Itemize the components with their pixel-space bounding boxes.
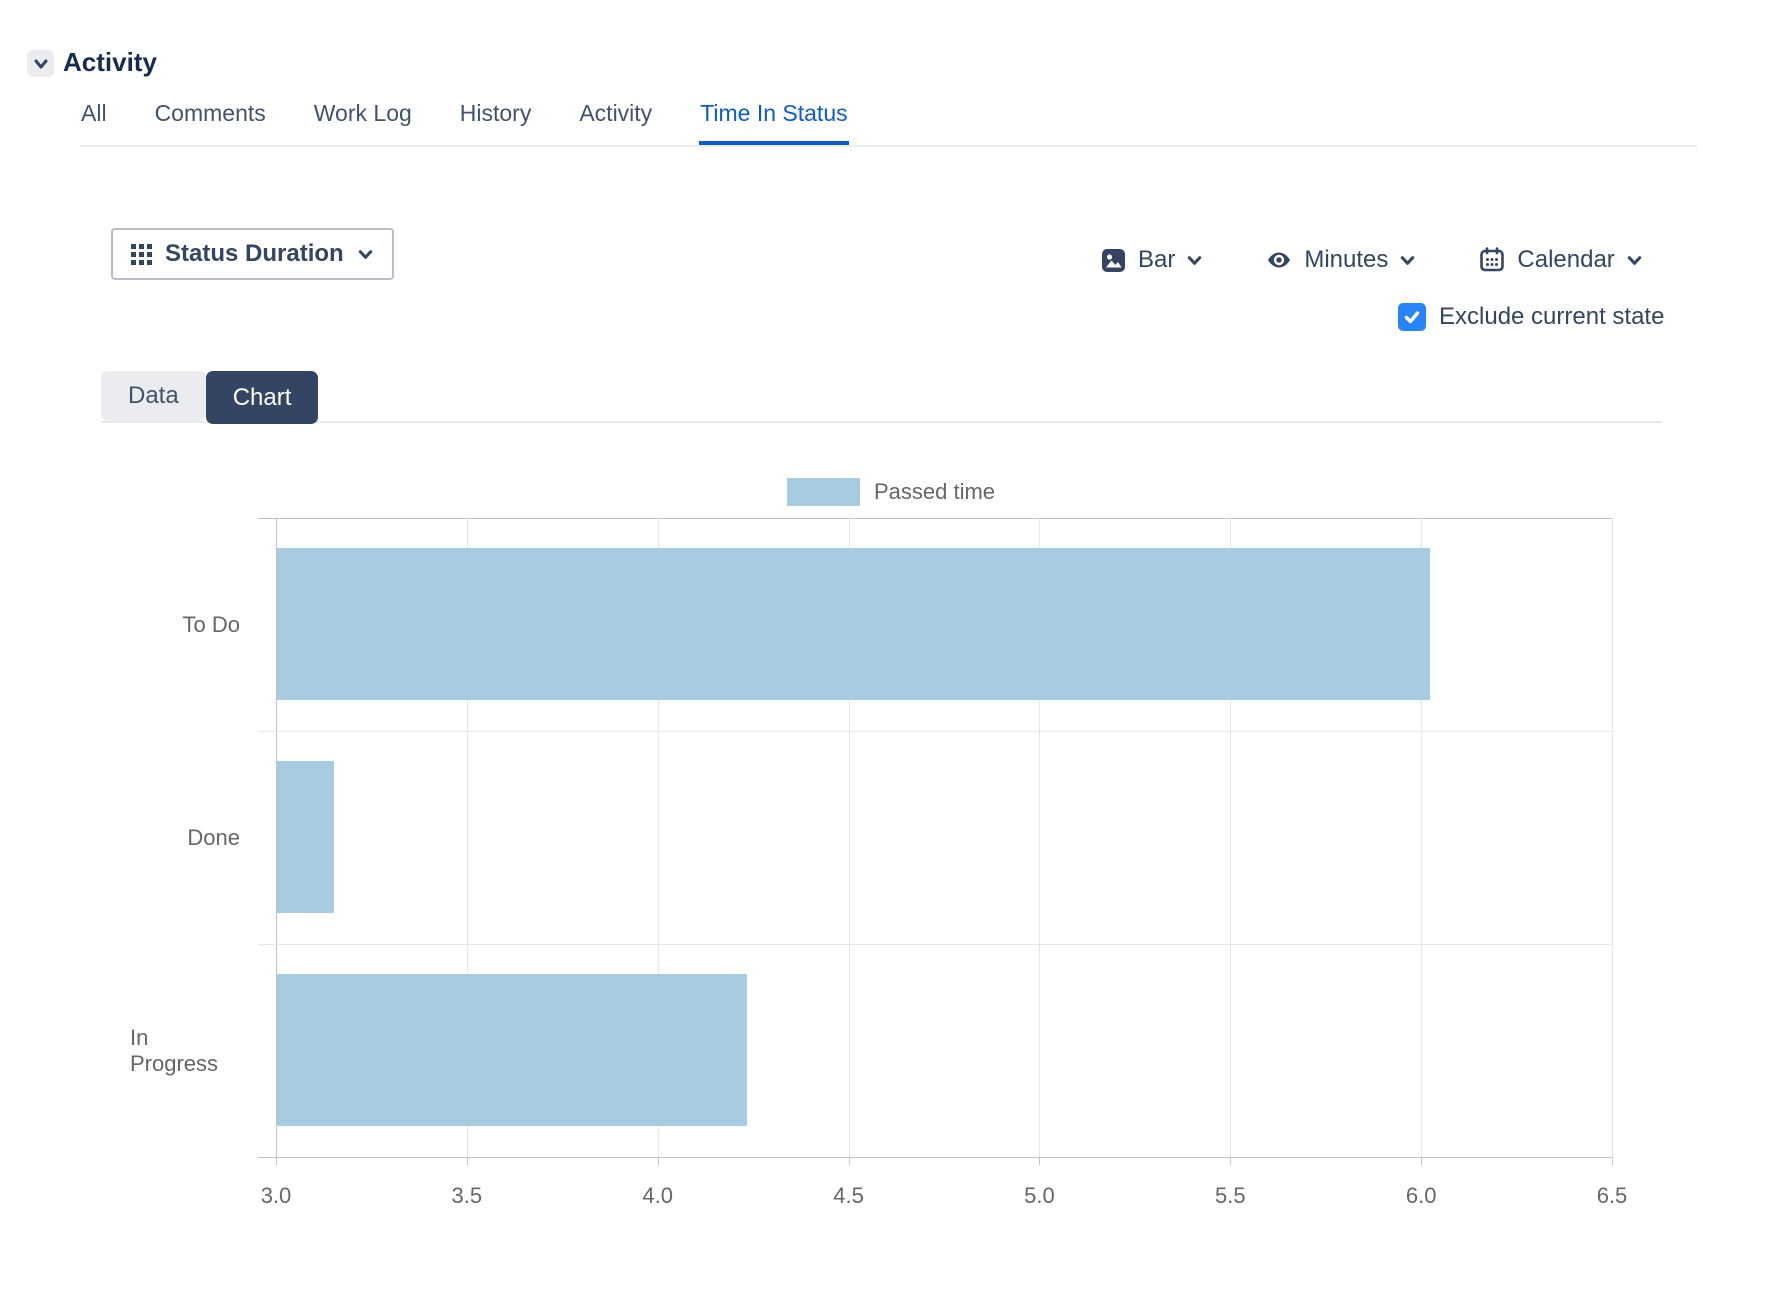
- tab-all[interactable]: All: [80, 98, 108, 145]
- axis-tick: [1039, 1157, 1040, 1165]
- bar-chart: Passed time To DoDoneIn Progress 3.0 3.5 4…: [130, 468, 1652, 1228]
- x-tick-label: 4.5: [833, 1183, 864, 1209]
- axis-tick: [467, 1157, 468, 1165]
- legend-passed-time[interactable]: Passed time: [130, 478, 1652, 506]
- tab-comments[interactable]: Comments: [154, 98, 267, 145]
- status-duration-label: Status Duration: [165, 240, 344, 268]
- view-tabs: Data Chart: [101, 371, 318, 424]
- tab-history[interactable]: History: [459, 98, 533, 145]
- legend-swatch: [787, 478, 860, 506]
- category-label: Done: [130, 731, 258, 944]
- unit-dropdown[interactable]: Minutes: [1265, 246, 1416, 274]
- chart-type-label: Bar: [1138, 246, 1175, 274]
- x-tick-label: 5.5: [1215, 1183, 1246, 1209]
- status-duration-dropdown[interactable]: Status Duration: [111, 228, 394, 280]
- calendar-icon: [1478, 246, 1506, 274]
- x-tick-label: 3.5: [452, 1183, 483, 1209]
- axis-tick: [849, 1157, 850, 1165]
- check-icon: [1403, 308, 1421, 326]
- gridline: [1612, 518, 1613, 1157]
- activity-collapse-button[interactable]: [27, 50, 54, 77]
- chart-type-dropdown[interactable]: Bar: [1100, 246, 1203, 274]
- unit-label: Minutes: [1304, 246, 1388, 274]
- tab-data[interactable]: Data: [101, 371, 206, 421]
- tab-work-log[interactable]: Work Log: [313, 98, 413, 145]
- x-tick-label: 6.0: [1406, 1183, 1437, 1209]
- plot-area: [276, 518, 1612, 1157]
- exclude-current-state-label: Exclude current state: [1439, 303, 1664, 331]
- gridline: [258, 1157, 1612, 1158]
- gridline: [258, 944, 1612, 945]
- x-axis-labels: 3.03.54.04.55.05.56.06.5: [276, 1183, 1612, 1211]
- x-tick-label: 6.5: [1597, 1183, 1628, 1209]
- x-tick-label: 4.0: [642, 1183, 673, 1209]
- axis-tick: [1421, 1157, 1422, 1165]
- category-label: In Progress: [130, 944, 258, 1157]
- tab-activity[interactable]: Activity: [578, 98, 653, 145]
- bar-to-do[interactable]: [277, 548, 1430, 700]
- image-icon: [1100, 247, 1127, 274]
- bar-in-progress[interactable]: [277, 974, 747, 1126]
- axis-tick: [276, 1157, 277, 1165]
- eye-icon: [1265, 246, 1293, 274]
- gridline: [258, 731, 1612, 732]
- exclude-current-state-checkbox[interactable]: [1398, 303, 1426, 331]
- axis-tick: [658, 1157, 659, 1165]
- gridline: [258, 518, 1612, 519]
- activity-tabs: All Comments Work Log History Activity T…: [80, 98, 1697, 147]
- category-label: To Do: [130, 518, 258, 731]
- axis-tick: [1612, 1157, 1613, 1165]
- chevron-down-icon: [1626, 252, 1643, 269]
- exclude-current-state-row: Exclude current state: [1398, 303, 1664, 331]
- chevron-down-icon: [32, 55, 50, 73]
- grid-icon: [131, 244, 152, 265]
- x-tick-label: 3.0: [261, 1183, 292, 1209]
- tab-chart[interactable]: Chart: [206, 371, 319, 424]
- axis-tick: [1230, 1157, 1231, 1165]
- view-tabs-separator: [101, 421, 1662, 423]
- chevron-down-icon: [1399, 252, 1416, 269]
- tab-time-in-status[interactable]: Time In Status: [699, 98, 848, 145]
- legend-label: Passed time: [874, 479, 995, 505]
- chevron-down-icon: [357, 246, 374, 263]
- chevron-down-icon: [1186, 252, 1203, 269]
- calendar-label: Calendar: [1517, 246, 1614, 274]
- bar-done[interactable]: [277, 761, 334, 913]
- category-labels: To DoDoneIn Progress: [130, 518, 258, 1157]
- page-title: Activity: [63, 47, 157, 78]
- calendar-dropdown[interactable]: Calendar: [1478, 246, 1642, 274]
- x-tick-label: 5.0: [1024, 1183, 1055, 1209]
- chart-controls: Bar Minutes Calendar: [1100, 234, 1643, 286]
